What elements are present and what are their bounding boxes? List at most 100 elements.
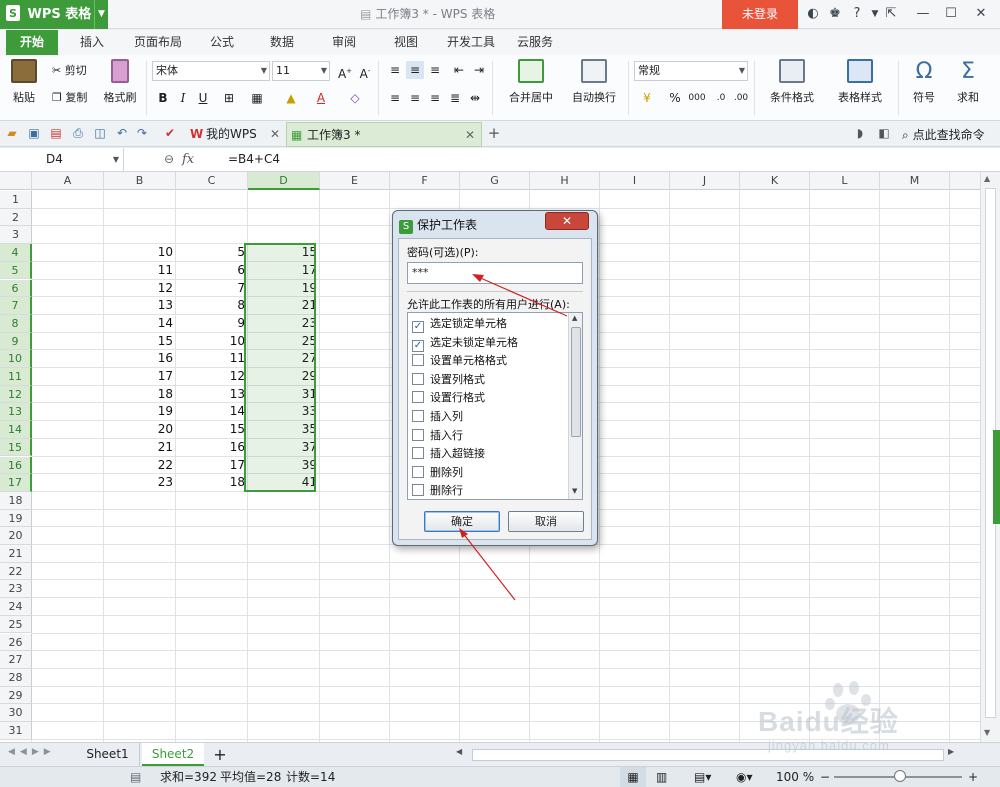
hscroll-left-icon[interactable]: ◀ bbox=[456, 747, 462, 756]
zoom-in-icon[interactable]: + bbox=[968, 767, 978, 787]
app-menu-button[interactable]: S WPS 表格 bbox=[0, 0, 108, 29]
tab-developer[interactable]: 开发工具 bbox=[440, 30, 502, 55]
indent-increase-icon[interactable]: ⇥ bbox=[470, 61, 488, 79]
row-header-11[interactable]: 11 bbox=[0, 368, 32, 386]
row-header-22[interactable]: 22 bbox=[0, 562, 32, 581]
scroll-down-icon[interactable]: ▼ bbox=[984, 728, 990, 737]
app-menu-dropdown-icon[interactable]: ▼ bbox=[94, 0, 108, 29]
scroll-up-icon[interactable]: ▲ bbox=[984, 174, 990, 183]
cell-b7[interactable]: 13 bbox=[104, 297, 176, 315]
cell-b8[interactable]: 14 bbox=[104, 315, 176, 333]
cell-c7[interactable]: 8 bbox=[176, 297, 248, 315]
cell-b10[interactable]: 16 bbox=[104, 350, 176, 368]
reading-mode-icon[interactable]: ◉▾ bbox=[736, 767, 753, 787]
collapse-icon[interactable]: ◗ bbox=[852, 125, 868, 141]
row-header-21[interactable]: 21 bbox=[0, 545, 32, 563]
row-header-28[interactable]: 28 bbox=[0, 668, 32, 687]
close-icon[interactable]: ✕ bbox=[972, 5, 990, 23]
align-bottom-icon[interactable]: ≡ bbox=[426, 61, 444, 79]
permission-item[interactable]: 设置列格式 bbox=[412, 371, 485, 389]
list-scrollbar[interactable]: ▲ ▼ bbox=[568, 313, 582, 499]
permission-item[interactable]: 删除行 bbox=[412, 482, 463, 499]
font-color-icon[interactable]: A bbox=[312, 89, 330, 107]
checkbox[interactable] bbox=[412, 484, 424, 497]
cell-c16[interactable]: 17 bbox=[176, 457, 248, 475]
cell-b11[interactable]: 17 bbox=[104, 368, 176, 386]
permission-item[interactable]: 删除列 bbox=[412, 464, 463, 482]
align-right-icon[interactable]: ≡ bbox=[426, 89, 444, 107]
cell-c8[interactable]: 9 bbox=[176, 315, 248, 333]
checkbox[interactable] bbox=[412, 447, 424, 460]
skin-icon[interactable]: ◐ bbox=[804, 5, 822, 23]
underline-button[interactable]: U bbox=[194, 89, 212, 107]
align-left-icon[interactable]: ≡ bbox=[386, 89, 404, 107]
formula-input[interactable]: =B4+C4 bbox=[228, 148, 280, 171]
scroll-up-icon[interactable]: ▲ bbox=[572, 314, 577, 322]
open-folder-icon[interactable]: ▰ bbox=[4, 125, 20, 141]
cell-c15[interactable]: 16 bbox=[176, 439, 248, 457]
cell-c5[interactable]: 6 bbox=[176, 262, 248, 280]
italic-button[interactable]: I bbox=[174, 89, 192, 107]
tab-review[interactable]: 审阅 bbox=[320, 30, 368, 55]
permission-item[interactable]: 插入超链接 bbox=[412, 445, 485, 463]
border-icon[interactable]: ⊞ bbox=[220, 89, 238, 107]
justify-icon[interactable]: ≣ bbox=[446, 89, 464, 107]
format-painter-button[interactable]: 格式刷 bbox=[100, 55, 140, 105]
decrease-decimal-icon[interactable]: .00 bbox=[732, 89, 750, 107]
new-tab-icon[interactable]: + bbox=[486, 125, 502, 141]
row-header-24[interactable]: 24 bbox=[0, 598, 32, 616]
close-tab-icon[interactable]: ✕ bbox=[270, 122, 280, 146]
row-header-30[interactable]: 30 bbox=[0, 704, 32, 722]
tab-formulas[interactable]: 公式 bbox=[198, 30, 246, 55]
ok-button[interactable]: 确定 bbox=[424, 511, 500, 532]
percent-button[interactable]: % bbox=[666, 89, 684, 107]
layout-view-icon[interactable]: ▤▾ bbox=[694, 767, 711, 787]
add-sheet-icon[interactable]: + bbox=[210, 743, 230, 766]
password-input[interactable]: *** bbox=[407, 262, 583, 284]
row-header-17[interactable]: 17 bbox=[0, 474, 32, 492]
row-header-12[interactable]: 12 bbox=[0, 385, 32, 404]
cell-b13[interactable]: 19 bbox=[104, 403, 176, 421]
help-icon[interactable]: ? bbox=[848, 5, 866, 23]
align-center-icon[interactable]: ≡ bbox=[406, 89, 424, 107]
restore-icon[interactable]: ◧ bbox=[876, 125, 892, 141]
tab-view[interactable]: 视图 bbox=[382, 30, 430, 55]
align-middle-icon[interactable]: ≡ bbox=[406, 61, 424, 79]
tab-cloud[interactable]: 云服务 bbox=[510, 30, 560, 55]
login-button[interactable]: 未登录 bbox=[722, 0, 798, 29]
row-header-25[interactable]: 25 bbox=[0, 615, 32, 634]
row-header-7[interactable]: 7 bbox=[0, 297, 32, 315]
cell-c9[interactable]: 10 bbox=[176, 333, 248, 351]
cell-b14[interactable]: 20 bbox=[104, 421, 176, 439]
align-top-icon[interactable]: ≡ bbox=[386, 61, 404, 79]
permission-item[interactable]: 插入列 bbox=[412, 408, 463, 426]
cell-c4[interactable]: 5 bbox=[176, 244, 248, 262]
row-header-19[interactable]: 19 bbox=[0, 509, 32, 528]
row-header-31[interactable]: 31 bbox=[0, 722, 32, 740]
checkbox[interactable] bbox=[412, 465, 424, 478]
zoom-out-icon[interactable]: − bbox=[820, 767, 830, 787]
zoom-slider-thumb[interactable] bbox=[894, 770, 906, 782]
permission-item[interactable]: 设置行格式 bbox=[412, 389, 485, 407]
increase-decimal-icon[interactable]: .0 bbox=[712, 89, 730, 107]
cancel-button[interactable]: 取消 bbox=[508, 511, 584, 532]
cell-c11[interactable]: 12 bbox=[176, 368, 248, 386]
row-header-3[interactable]: 3 bbox=[0, 226, 32, 245]
row-header-10[interactable]: 10 bbox=[0, 350, 32, 368]
tab-page-layout[interactable]: 页面布局 bbox=[126, 30, 190, 55]
clear-format-icon[interactable]: ◇ bbox=[346, 89, 364, 107]
cell-c10[interactable]: 11 bbox=[176, 350, 248, 368]
page-break-view-icon[interactable]: ▥ bbox=[656, 767, 667, 787]
name-box[interactable]: D4 ▼ bbox=[0, 148, 124, 171]
cell-b16[interactable]: 22 bbox=[104, 457, 176, 475]
cell-b15[interactable]: 21 bbox=[104, 439, 176, 457]
symbol-button[interactable]: Ω 符号 bbox=[904, 55, 944, 105]
cell-c13[interactable]: 14 bbox=[176, 403, 248, 421]
cell-b6[interactable]: 12 bbox=[104, 280, 176, 298]
redo-icon[interactable]: ↷ bbox=[134, 125, 150, 141]
pin-icon[interactable]: ✔ bbox=[162, 125, 178, 141]
checkbox-checked[interactable]: ✓ bbox=[412, 339, 424, 352]
permission-item[interactable]: ✓ 选定未锁定单元格 bbox=[412, 334, 518, 352]
cell-c14[interactable]: 15 bbox=[176, 421, 248, 439]
paste-button[interactable]: 粘贴 bbox=[6, 55, 42, 105]
